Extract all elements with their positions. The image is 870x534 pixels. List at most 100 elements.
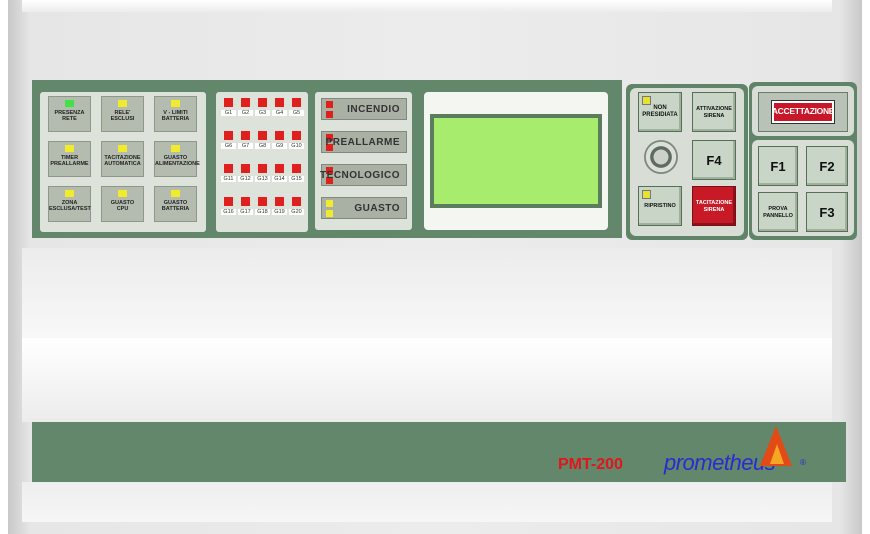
status-label: V - LIMITI BATTERIA xyxy=(161,110,190,122)
zone-led xyxy=(292,131,301,140)
zone-label: G18 xyxy=(255,209,270,215)
status-led xyxy=(118,145,127,152)
alarm-indicator: GUASTO xyxy=(321,197,407,219)
zone-label: G20 xyxy=(289,209,304,215)
zone-led xyxy=(224,197,233,206)
zone-label: G5 xyxy=(289,110,304,116)
non-presidiata-label: NON PRESIDIATA xyxy=(642,105,678,118)
status-led xyxy=(171,190,180,197)
f1-button[interactable]: F1 xyxy=(758,146,798,186)
zone-indicator: G13 xyxy=(255,164,270,186)
lcd-display xyxy=(430,114,602,208)
zone-indicator: G3 xyxy=(255,98,270,120)
tacitazione-sirena-button[interactable]: TACITAZIONE SIRENA xyxy=(692,186,736,226)
zone-led xyxy=(275,131,284,140)
status-label: TACITAZIONE AUTOMATICA xyxy=(104,155,141,167)
alarm-led xyxy=(326,210,333,217)
zone-indicator: G10 xyxy=(289,131,304,153)
zone-led xyxy=(241,98,250,107)
zone-led xyxy=(224,131,233,140)
ripristino-button[interactable]: RIPRISTINO xyxy=(638,186,682,226)
status-tile: PRESENZA RETE xyxy=(48,96,91,132)
zone-label: G13 xyxy=(255,176,270,182)
zone-led xyxy=(224,98,233,107)
f3-button[interactable]: F3 xyxy=(806,192,848,232)
alarm-led xyxy=(326,200,333,207)
zone-label: G15 xyxy=(289,176,304,182)
status-tile: TACITAZIONE AUTOMATICA xyxy=(101,141,144,177)
status-tile: GUASTO CPU xyxy=(101,186,144,222)
status-led xyxy=(118,100,127,107)
status-led xyxy=(65,100,74,107)
non-presidiata-led xyxy=(642,96,651,105)
alarm-led xyxy=(326,111,333,118)
non-presidiata-button[interactable]: NON PRESIDIATA xyxy=(638,92,682,132)
alarm-indicator: INCENDIO xyxy=(321,98,407,120)
accettazione-button[interactable]: ACCETTAZIONE xyxy=(758,92,848,132)
lower-band-1 xyxy=(22,248,832,338)
zone-indicator: G2 xyxy=(238,98,253,120)
zone-indicator: G17 xyxy=(238,197,253,219)
status-tile: ZONA ESCLUSA/TEST xyxy=(48,186,91,222)
zone-indicator: G11 xyxy=(221,164,236,186)
status-led xyxy=(171,145,180,152)
zone-indicator: G4 xyxy=(272,98,287,120)
zone-indicator: G6 xyxy=(221,131,236,153)
f4-button[interactable]: F4 xyxy=(692,140,736,180)
status-label: GUASTO ALIMENTAZIONE xyxy=(155,155,200,167)
attivazione-sirena-button[interactable]: ATTIVAZIONE SIRENA xyxy=(692,92,736,132)
model-label: PMT-200 xyxy=(558,456,623,473)
zone-led xyxy=(224,164,233,173)
status-led xyxy=(65,145,74,152)
status-tile: GUASTO BATTERIA xyxy=(154,186,197,222)
zone-led xyxy=(258,197,267,206)
zone-led xyxy=(292,164,301,173)
lower-band-2 xyxy=(22,338,832,422)
ripristino-label: RIPRISTINO xyxy=(644,203,676,209)
zone-led xyxy=(258,98,267,107)
zone-led xyxy=(241,131,250,140)
status-label: GUASTO CPU xyxy=(110,200,135,212)
status-tile: V - LIMITI BATTERIA xyxy=(154,96,197,132)
status-tile: TIMER PREALLARME xyxy=(48,141,91,177)
zone-label: G4 xyxy=(272,110,287,116)
ripristino-led xyxy=(642,190,651,199)
zone-label: G14 xyxy=(272,176,287,182)
zone-led xyxy=(275,98,284,107)
zone-indicator: G12 xyxy=(238,164,253,186)
zone-label: G16 xyxy=(221,209,236,215)
status-tile: RELE' ESCLUSI xyxy=(101,96,144,132)
alarm-indicator: PREALLARME xyxy=(321,131,407,153)
alarm-label: INCENDIO xyxy=(347,104,400,115)
accettazione-label: ACCETTAZIONE xyxy=(771,106,835,116)
status-led xyxy=(118,190,127,197)
zone-indicator: G9 xyxy=(272,131,287,153)
zone-label: G6 xyxy=(221,143,236,149)
zone-indicator: G20 xyxy=(289,197,304,219)
zone-indicator: G5 xyxy=(289,98,304,120)
status-label: GUASTO BATTERIA xyxy=(161,200,190,212)
prova-pannello-button[interactable]: PROVA PANNELLO xyxy=(758,192,798,232)
registered-mark: ® xyxy=(800,458,806,467)
tacitazione-sirena-label: TACITAZIONE SIRENA xyxy=(695,200,733,213)
status-led xyxy=(65,190,74,197)
zone-indicator: G16 xyxy=(221,197,236,219)
zone-label: G9 xyxy=(272,143,287,149)
status-led xyxy=(171,100,180,107)
zone-label: G11 xyxy=(221,176,236,182)
zone-indicator: G1 xyxy=(221,98,236,120)
zone-led xyxy=(258,131,267,140)
zone-led xyxy=(292,98,301,107)
zone-indicator: G8 xyxy=(255,131,270,153)
zone-label: G2 xyxy=(238,110,253,116)
zone-led xyxy=(241,164,250,173)
f4-label: F4 xyxy=(706,153,722,168)
alarm-label: TECNOLOGICO xyxy=(320,170,400,181)
alarm-label: PREALLARME xyxy=(325,137,400,148)
f2-button[interactable]: F2 xyxy=(806,146,848,186)
zone-label: G3 xyxy=(255,110,270,116)
f1-label: F1 xyxy=(770,159,786,174)
status-label: TIMER PREALLARME xyxy=(50,155,89,167)
zone-indicator: G7 xyxy=(238,131,253,153)
key-switch-icon[interactable] xyxy=(644,140,678,174)
